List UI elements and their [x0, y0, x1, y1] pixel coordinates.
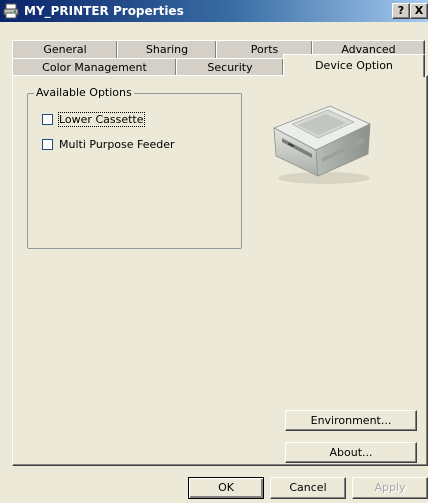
tab-sharing-label: Sharing — [145, 43, 189, 56]
printer-image — [273, 105, 371, 184]
multi-purpose-feeder-checkbox[interactable] — [42, 138, 53, 150]
about-button[interactable]: About... — [285, 442, 417, 463]
help-button[interactable]: ? — [392, 3, 410, 19]
multi-purpose-feeder-label[interactable]: Multi Purpose Feeder — [59, 138, 175, 151]
cancel-button[interactable]: Cancel — [270, 477, 346, 499]
apply-button[interactable]: Apply — [352, 477, 428, 499]
window-title: MY_PRINTER Properties — [24, 4, 184, 18]
tab-color-management-label: Color Management — [42, 61, 147, 74]
lower-cassette-option[interactable]: Lower Cassette — [42, 111, 145, 127]
tab-general[interactable]: General — [12, 40, 118, 60]
device-option-panel: Available Options Lower Cassette Multi P… — [12, 75, 428, 466]
help-icon: ? — [397, 4, 405, 17]
lower-cassette-label[interactable]: Lower Cassette — [58, 111, 145, 127]
tab-device-option-label: Device Option — [315, 59, 393, 72]
available-options-title: Available Options — [34, 86, 134, 99]
close-button[interactable]: X — [410, 3, 428, 19]
ok-button[interactable]: OK — [188, 477, 264, 499]
close-icon: X — [414, 4, 424, 17]
environment-button[interactable]: Environment... — [285, 410, 417, 431]
printer-properties-dialog: MY_PRINTER Properties ? X General Sharin… — [0, 0, 428, 503]
tab-sharing[interactable]: Sharing — [117, 40, 217, 60]
multi-purpose-feeder-option[interactable]: Multi Purpose Feeder — [42, 136, 175, 152]
tab-general-label: General — [43, 43, 87, 56]
tab-device-option[interactable]: Device Option — [283, 54, 425, 77]
available-options-group: Available Options Lower Cassette Multi P… — [27, 86, 242, 249]
printer-icon — [3, 3, 19, 19]
tab-ports-label: Ports — [250, 43, 279, 56]
lower-cassette-checkbox[interactable] — [42, 113, 53, 125]
title-bar[interactable]: MY_PRINTER Properties ? X — [0, 0, 428, 22]
tab-security-label: Security — [207, 61, 253, 74]
